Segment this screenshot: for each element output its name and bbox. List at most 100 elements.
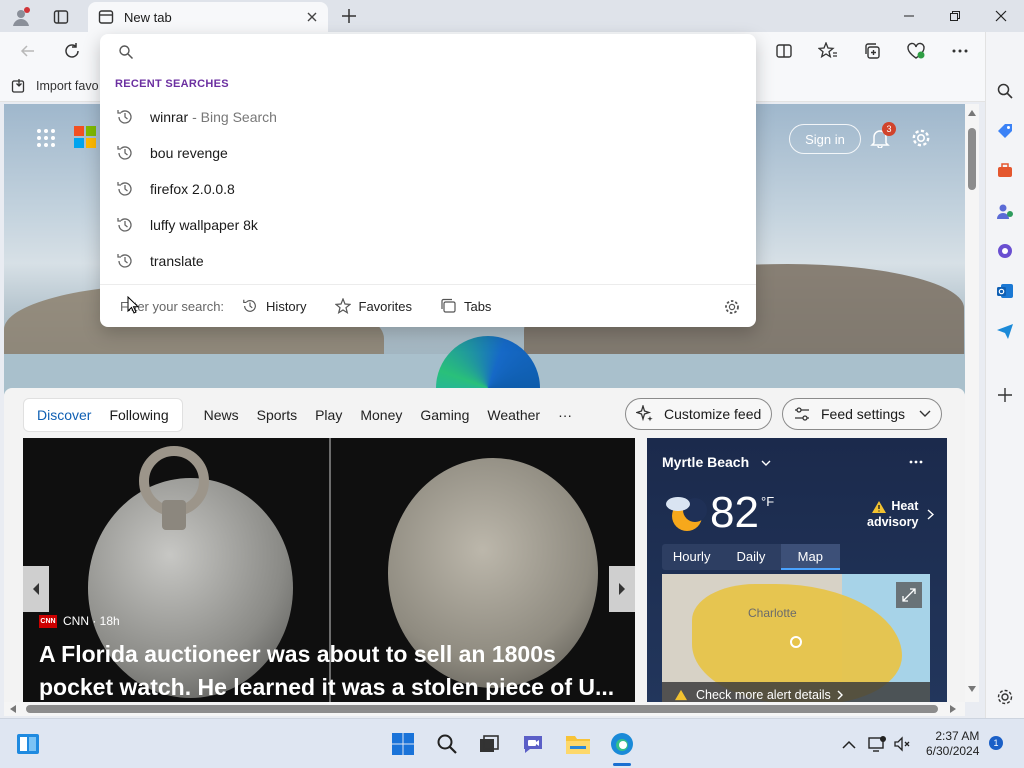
system-clock[interactable]: 2:37 AM 6/30/2024 xyxy=(926,729,979,759)
scroll-right-icon[interactable] xyxy=(950,705,956,713)
start-button-icon[interactable] xyxy=(390,731,416,757)
microsoft-logo[interactable] xyxy=(74,126,96,148)
nav-gaming[interactable]: Gaming xyxy=(411,407,478,423)
sidebar-tools-icon[interactable] xyxy=(994,160,1016,182)
customize-feed-button[interactable]: Customize feed xyxy=(625,398,773,430)
suggestion-item[interactable]: luffy wallpaper 8k xyxy=(100,207,756,243)
sidebar-settings-icon[interactable] xyxy=(994,686,1016,708)
feed-tab-switcher: Discover Following xyxy=(23,398,183,432)
weather-unit[interactable]: °F xyxy=(761,494,774,509)
filter-favorites-button[interactable]: Favorites xyxy=(334,298,412,314)
nav-money[interactable]: Money xyxy=(351,407,411,423)
sign-in-button[interactable]: Sign in xyxy=(789,124,861,154)
sidebar-microsoft365-icon[interactable] xyxy=(994,240,1016,262)
carousel-prev-button[interactable] xyxy=(23,566,49,612)
suggestion-item[interactable]: bou revenge xyxy=(100,135,756,171)
title-bar: New tab xyxy=(0,0,1024,32)
alert-details-link[interactable]: Check more alert details xyxy=(662,682,930,702)
feed-settings-button[interactable]: Feed settings xyxy=(782,398,943,430)
close-window-button[interactable] xyxy=(978,0,1024,32)
close-tab-icon[interactable] xyxy=(306,11,318,23)
browser-essentials-button[interactable] xyxy=(904,40,928,62)
file-explorer-icon[interactable] xyxy=(565,731,591,757)
heat-advisory-link[interactable]: Heat advisory xyxy=(867,498,918,530)
new-tab-icon xyxy=(98,10,114,24)
suggestion-item[interactable]: firefox 2.0.0.8 xyxy=(100,171,756,207)
settings-and-more-button[interactable] xyxy=(948,40,972,62)
expand-map-button[interactable] xyxy=(896,582,922,608)
profile-avatar-icon[interactable] xyxy=(10,6,32,28)
suggestion-item[interactable]: translate xyxy=(100,243,756,279)
story-headline[interactable]: A Florida auctioneer was about to sell a… xyxy=(39,638,629,702)
split-screen-button[interactable] xyxy=(772,40,796,62)
suggestion-item[interactable]: winrar - Bing Search xyxy=(100,99,756,135)
chevron-right-icon xyxy=(927,508,935,523)
sidebar-add-icon[interactable] xyxy=(994,384,1016,406)
tab-actions-icon[interactable] xyxy=(50,6,72,28)
vertical-scroll-thumb[interactable] xyxy=(968,128,976,190)
nav-weather[interactable]: Weather xyxy=(478,407,549,423)
taskbar-search-icon[interactable] xyxy=(434,731,460,757)
sidebar-drop-icon[interactable] xyxy=(994,320,1016,342)
vertical-scrollbar[interactable] xyxy=(965,104,979,702)
app-launcher-icon[interactable] xyxy=(34,126,58,150)
sidebar-games-icon[interactable] xyxy=(994,200,1016,222)
back-button[interactable] xyxy=(16,40,40,62)
tab-map[interactable]: Map xyxy=(780,544,840,570)
tab-discover[interactable]: Discover xyxy=(28,407,100,423)
weather-location[interactable]: Myrtle Beach xyxy=(662,454,771,470)
tab-following[interactable]: Following xyxy=(100,407,177,423)
import-favorites-link[interactable]: Import favo xyxy=(36,79,99,93)
tab-new-tab[interactable]: New tab xyxy=(88,2,328,32)
story-source: CNN CNN · 18h xyxy=(39,614,120,628)
scroll-up-icon[interactable] xyxy=(968,110,976,116)
volume-muted-icon[interactable] xyxy=(892,734,912,754)
minimize-icon xyxy=(904,15,914,17)
page-settings-gear-icon[interactable] xyxy=(907,124,935,152)
sidebar-search-icon[interactable] xyxy=(994,80,1016,102)
weather-more-button[interactable] xyxy=(909,452,923,467)
pocket-watch-stem xyxy=(162,500,186,530)
horizontal-scrollbar[interactable] xyxy=(4,702,965,716)
show-hidden-icons-chevron-up-icon[interactable] xyxy=(840,735,858,753)
refresh-button[interactable] xyxy=(60,40,84,62)
carousel-next-button[interactable] xyxy=(609,566,635,612)
story-source-label: CNN · 18h xyxy=(63,614,120,628)
notification-center-badge[interactable]: 1 xyxy=(989,736,1003,750)
customize-feed-label: Customize feed xyxy=(664,406,762,422)
nav-news[interactable]: News xyxy=(195,407,248,423)
moon-cloud-icon xyxy=(663,490,707,534)
address-input[interactable] xyxy=(100,34,756,68)
chevron-down-icon xyxy=(761,460,771,466)
network-icon[interactable] xyxy=(866,734,888,754)
horizontal-scroll-thumb[interactable] xyxy=(26,705,938,713)
favorites-button[interactable] xyxy=(816,40,840,62)
edge-taskbar-icon[interactable] xyxy=(609,731,635,757)
minimize-button[interactable] xyxy=(886,0,932,32)
nav-more[interactable]: ··· xyxy=(549,407,581,423)
teams-chat-icon[interactable] xyxy=(520,731,546,757)
tab-hourly[interactable]: Hourly xyxy=(662,544,721,570)
widgets-icon[interactable] xyxy=(15,731,41,757)
scroll-down-icon[interactable] xyxy=(968,686,976,692)
search-settings-gear-icon[interactable] xyxy=(722,297,742,317)
feed-settings-label: Feed settings xyxy=(821,406,906,422)
filter-history-button[interactable]: History xyxy=(242,298,307,314)
plus-icon xyxy=(342,9,356,23)
alert-details-label: Check more alert details xyxy=(696,688,831,702)
new-tab-button[interactable] xyxy=(338,5,360,27)
restore-button[interactable] xyxy=(932,0,978,32)
sidebar-shopping-icon[interactable] xyxy=(994,120,1016,142)
collections-button[interactable] xyxy=(860,40,884,62)
filter-favorites-label: Favorites xyxy=(358,298,412,314)
scroll-left-icon[interactable] xyxy=(10,705,16,713)
tab-daily[interactable]: Daily xyxy=(721,544,780,570)
task-view-icon[interactable] xyxy=(476,731,502,757)
nav-sports[interactable]: Sports xyxy=(248,407,306,423)
sidebar-outlook-icon[interactable] xyxy=(994,280,1016,302)
top-story-card[interactable]: CNN CNN · 18h A Florida auctioneer was a… xyxy=(23,438,635,702)
nav-play[interactable]: Play xyxy=(306,407,351,423)
tabs-icon xyxy=(441,298,456,313)
suggestion-text: winrar xyxy=(150,109,189,125)
filter-tabs-button[interactable]: Tabs xyxy=(440,298,491,314)
